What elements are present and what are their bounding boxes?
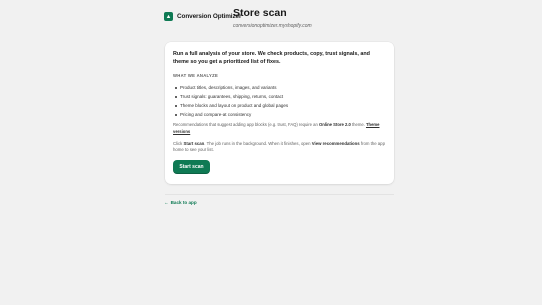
divider xyxy=(165,194,394,195)
list-item: Theme blocks and layout on product and g… xyxy=(173,101,386,110)
back-to-app-link[interactable]: ← Back to app xyxy=(164,200,197,205)
section-title: WHAT WE ANALYZE xyxy=(173,73,219,79)
note-bold: Online Store 2.0 xyxy=(318,122,351,128)
list-item: Pricing and compare-at consistency xyxy=(173,110,386,119)
page-header: Store scan conversionoptimizer.myshopify… xyxy=(233,7,312,29)
back-arrow-icon: ← xyxy=(164,200,169,205)
note-mid: theme. xyxy=(350,122,366,128)
start-scan-button[interactable]: Start scan xyxy=(173,159,210,174)
note-prefix: Recommendations that suggest adding app … xyxy=(173,122,319,128)
instr-start-scan: Start scan xyxy=(183,141,205,146)
intro-text: Run a full analysis of your store. We ch… xyxy=(173,51,370,65)
instr-mid: . The job runs in the background. When i… xyxy=(204,141,312,146)
instr-prefix: Click xyxy=(173,141,184,146)
brand-name: Conversion Optimizer xyxy=(177,13,242,20)
list-item: Product titles, descriptions, images, an… xyxy=(173,83,386,92)
list-item: Trust signals: guarantees, shipping, ret… xyxy=(173,92,386,101)
scan-card: Run a full analysis of your store. We ch… xyxy=(165,42,394,184)
instructions: Click Start scan. The job runs in the ba… xyxy=(173,141,389,154)
page-title: Store scan xyxy=(233,7,287,19)
brand: Conversion Optimizer xyxy=(164,12,242,21)
back-link-label: Back to app xyxy=(170,200,197,205)
theme-note: Recommendations that suggest adding app … xyxy=(173,122,389,135)
analyze-list: Product titles, descriptions, images, an… xyxy=(173,83,386,119)
app-logo-icon xyxy=(164,12,173,21)
instr-view-recommendations: View recommendations xyxy=(311,141,360,146)
store-domain: conversionoptimizer.myshopify.com xyxy=(233,23,312,29)
